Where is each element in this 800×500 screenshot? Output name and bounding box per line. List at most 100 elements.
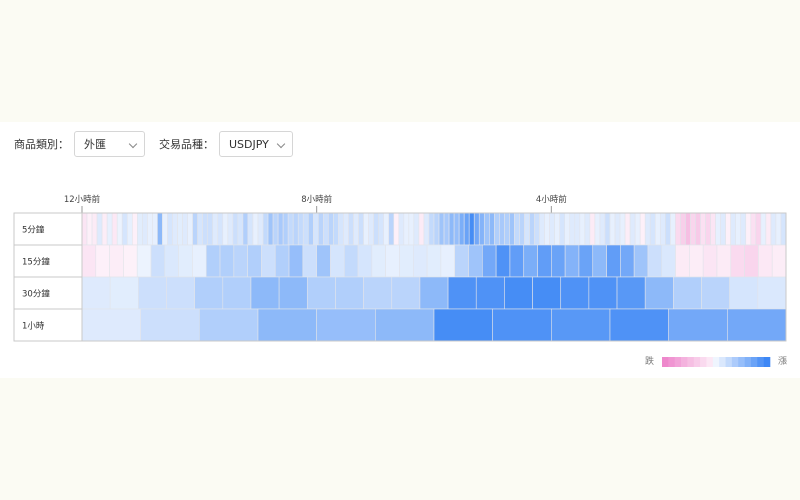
heatmap-cell <box>514 212 520 246</box>
heatmap-cell <box>438 212 445 246</box>
heatmap-cell <box>634 212 641 246</box>
heatmap-cell <box>661 244 676 278</box>
heatmap-cell <box>715 212 721 246</box>
heatmap-cell <box>306 276 336 310</box>
heatmap-cell <box>423 212 430 246</box>
legend-swatch <box>668 357 676 367</box>
heatmap-cell <box>695 212 701 246</box>
heatmap-cell <box>544 212 550 246</box>
heatmap-cell <box>589 212 596 246</box>
legend-swatch <box>687 357 695 367</box>
heatmap-cell <box>564 244 580 278</box>
heatmap-cell <box>453 212 460 246</box>
heatmap-cell <box>147 212 153 246</box>
heatmap-cell <box>620 244 635 278</box>
heatmap-cell <box>419 276 449 310</box>
heatmap-cell <box>101 212 108 246</box>
heatmap-cell <box>629 212 636 246</box>
heatmap-cell <box>383 212 390 246</box>
heatmap-cell <box>212 212 219 246</box>
legend-swatch <box>744 357 752 367</box>
heatmap-cell <box>167 212 173 246</box>
heatmap-cell <box>673 276 702 310</box>
heatmap-cell <box>588 276 618 310</box>
heatmap-cell <box>549 212 555 246</box>
legend-swatch <box>706 357 714 367</box>
heatmap-cell <box>162 212 168 246</box>
heatmap-cell <box>509 212 515 246</box>
heatmap-cell <box>109 244 124 278</box>
heatmap-cell <box>348 212 354 246</box>
heatmap-cell <box>606 244 621 278</box>
heatmap-cell <box>150 244 166 278</box>
heatmap-cell <box>729 276 759 310</box>
heatmap-cell <box>564 212 571 246</box>
heatmap-cell <box>142 212 148 246</box>
heatmap-cell <box>138 276 167 310</box>
heatmap-cell <box>745 212 752 246</box>
heatmap-cell <box>727 308 787 342</box>
heatmap-cell <box>302 244 317 278</box>
heatmap-cell <box>468 244 483 278</box>
heatmap-cell <box>358 212 364 246</box>
heatmap-cell <box>569 212 576 246</box>
heatmap-cell <box>86 212 93 246</box>
legend-swatch <box>662 357 669 367</box>
heatmap-cell <box>330 244 345 278</box>
legend-swatch <box>725 357 733 367</box>
heatmap-cell <box>219 244 235 278</box>
heatmap-cell <box>448 212 455 246</box>
heatmap-cell <box>335 276 364 310</box>
heatmap-cell <box>680 212 686 246</box>
heatmap-cell <box>647 244 663 278</box>
heatmap-cell <box>81 244 97 278</box>
legend-swatch <box>750 357 758 367</box>
heatmap-cell <box>720 212 726 246</box>
heatmap-cell <box>385 244 400 278</box>
heatmap-cell <box>363 276 393 310</box>
heatmap-cell <box>504 212 510 246</box>
heatmap-cell <box>757 276 787 310</box>
legend-swatch <box>681 357 688 367</box>
heatmap-cell <box>368 212 374 246</box>
heatmap-cell <box>207 212 214 246</box>
heatmap-cell <box>261 244 276 278</box>
heatmap-cell <box>609 308 669 342</box>
heatmap-cell <box>705 212 711 246</box>
heatmap-cell <box>116 212 123 246</box>
heatmap-cell <box>614 212 621 246</box>
heatmap-cell <box>730 244 745 278</box>
heatmap-cell <box>594 212 601 246</box>
heatmap-cell <box>463 212 470 246</box>
heatmap-cell <box>619 212 626 246</box>
heatmap-cell <box>771 244 787 278</box>
legend-swatch <box>693 357 701 367</box>
heatmap-cell <box>775 212 782 246</box>
heatmap-cell <box>639 212 646 246</box>
heatmap-cell <box>702 244 718 278</box>
heatmap-cell <box>475 276 505 310</box>
heatmap-cell <box>539 212 545 246</box>
heatmap-cell <box>710 212 716 246</box>
heatmap-cell <box>443 212 450 246</box>
heatmap-cell <box>282 212 289 246</box>
heatmap-cell <box>252 212 259 246</box>
heatmap-cell <box>579 212 586 246</box>
heatmap-cell <box>744 244 759 278</box>
heatmap-cell <box>222 212 229 246</box>
heatmap-cell <box>758 244 773 278</box>
heatmap-cell <box>473 212 480 246</box>
heatmap-cell <box>418 212 425 246</box>
heatmap-cell <box>433 308 493 342</box>
heatmap-cell <box>391 276 421 310</box>
heatmap-cell <box>267 212 274 246</box>
heatmap-cell <box>454 244 469 278</box>
heatmap-cell <box>217 212 224 246</box>
heatmap-cell <box>495 244 511 278</box>
heatmap-cell <box>313 212 319 246</box>
heatmap-cell <box>353 212 359 246</box>
heatmap-cell <box>81 276 111 310</box>
heatmap-cell <box>131 212 138 246</box>
heatmap-cell <box>81 308 141 342</box>
time-axis-label: 12小時前 <box>64 194 101 205</box>
